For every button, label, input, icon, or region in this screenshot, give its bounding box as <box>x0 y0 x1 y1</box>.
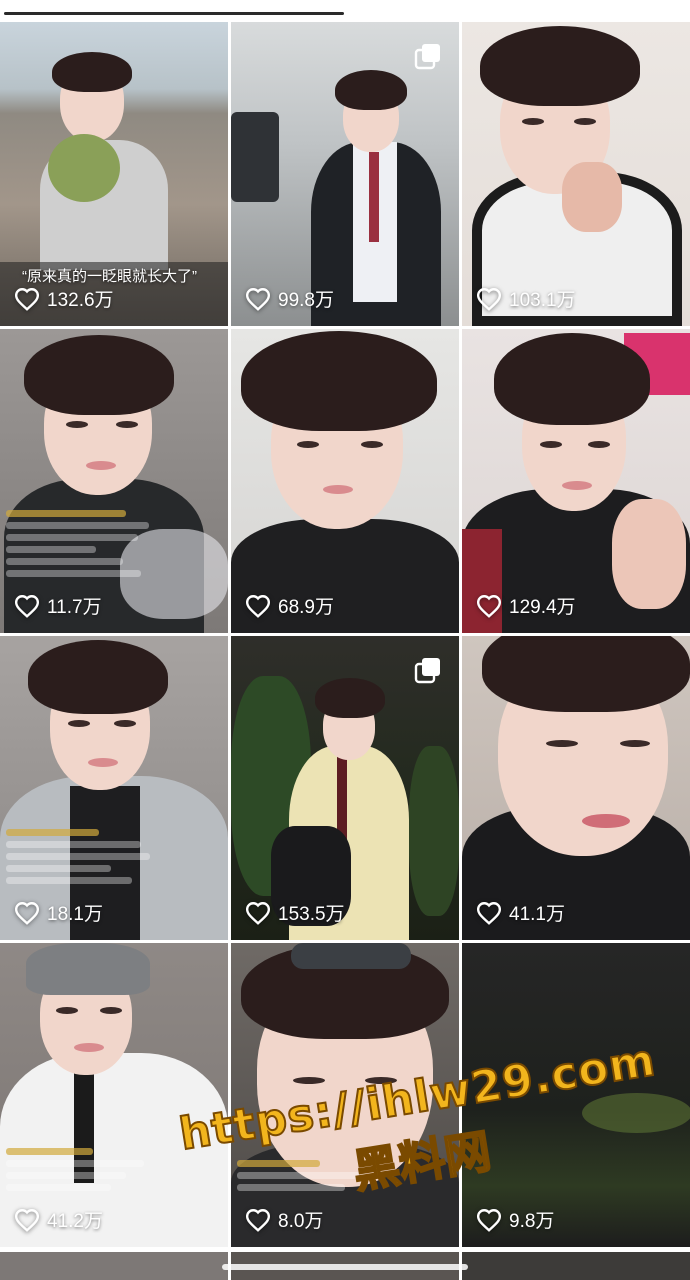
top-bar <box>0 0 690 22</box>
video-thumbnail <box>0 636 228 940</box>
video-thumbnail <box>0 943 228 1247</box>
heart-outline-icon <box>245 901 271 925</box>
like-count-text: 103.1万 <box>509 290 576 311</box>
like-count: 8.0万 <box>245 1206 323 1233</box>
multi-image-icon <box>414 658 440 684</box>
video-thumbnail <box>462 943 690 1247</box>
like-count: 41.1万 <box>476 899 565 926</box>
video-grid: “原来真的一眨眼就长大了” 132.6万 99.8万 103.1万 11.7万 … <box>0 22 690 1247</box>
like-count-text: 68.9万 <box>278 597 334 618</box>
like-count: 11.7万 <box>14 592 102 619</box>
like-count-text: 9.8万 <box>509 1211 555 1232</box>
like-count: 9.8万 <box>476 1206 554 1233</box>
like-count-text: 11.7万 <box>47 597 102 618</box>
video-tile[interactable]: 99.8万 <box>231 22 459 326</box>
video-thumbnail <box>462 22 690 326</box>
like-count: 18.1万 <box>14 899 103 926</box>
video-tile[interactable]: 8.0万 <box>231 943 459 1247</box>
like-count-text: 41.2万 <box>47 1211 103 1232</box>
like-count: 103.1万 <box>476 285 576 312</box>
like-count-text: 129.4万 <box>509 597 576 618</box>
video-tile[interactable]: 41.1万 <box>462 636 690 940</box>
video-thumbnail <box>0 329 228 633</box>
heart-outline-icon <box>476 287 502 311</box>
live-chat-overlay <box>6 1143 156 1191</box>
live-chat-overlay <box>6 505 156 577</box>
heart-outline-icon <box>245 1208 271 1232</box>
live-chat-overlay <box>237 1155 387 1191</box>
video-tile[interactable]: 129.4万 <box>462 329 690 633</box>
like-count: 129.4万 <box>476 592 576 619</box>
video-thumbnail <box>462 329 690 633</box>
like-count-text: 99.8万 <box>278 290 334 311</box>
heart-outline-icon <box>245 594 271 618</box>
video-caption: “原来真的一眨眼就长大了” <box>22 268 197 285</box>
like-count: 132.6万 <box>14 285 114 312</box>
video-tile[interactable]: 68.9万 <box>231 329 459 633</box>
video-thumbnail <box>231 943 459 1247</box>
scroll-indicator <box>4 12 344 15</box>
like-count: 153.5万 <box>245 899 345 926</box>
video-tile[interactable]: 103.1万 <box>462 22 690 326</box>
video-tile[interactable]: 41.2万 <box>0 943 228 1247</box>
video-tile[interactable]: 11.7万 <box>0 329 228 633</box>
video-tile[interactable]: 18.1万 <box>0 636 228 940</box>
heart-outline-icon <box>14 287 40 311</box>
video-tile[interactable]: 9.8万 <box>462 943 690 1247</box>
multi-image-icon <box>414 44 440 70</box>
heart-outline-icon <box>476 1208 502 1232</box>
like-count: 68.9万 <box>245 592 334 619</box>
heart-outline-icon <box>14 1208 40 1232</box>
like-count: 99.8万 <box>245 285 334 312</box>
heart-outline-icon <box>14 594 40 618</box>
heart-outline-icon <box>14 901 40 925</box>
like-count-text: 132.6万 <box>47 290 114 311</box>
video-tile[interactable]: “原来真的一眨眼就长大了” 132.6万 <box>0 22 228 326</box>
like-count-text: 8.0万 <box>278 1211 324 1232</box>
like-count-text: 18.1万 <box>47 904 103 925</box>
heart-outline-icon <box>476 594 502 618</box>
heart-outline-icon <box>476 901 502 925</box>
home-indicator[interactable] <box>222 1264 468 1270</box>
like-count: 41.2万 <box>14 1206 103 1233</box>
video-tile[interactable]: 153.5万 <box>231 636 459 940</box>
video-thumbnail <box>462 636 690 940</box>
live-chat-overlay <box>6 824 156 884</box>
like-count-text: 153.5万 <box>278 904 345 925</box>
video-thumbnail <box>231 329 459 633</box>
heart-outline-icon <box>245 287 271 311</box>
like-count-text: 41.1万 <box>509 904 565 925</box>
